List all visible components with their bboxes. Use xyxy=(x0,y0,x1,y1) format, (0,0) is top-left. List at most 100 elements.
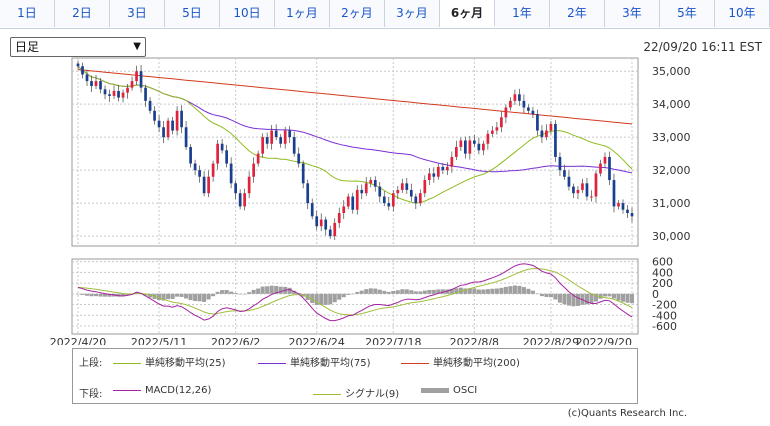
candle-body xyxy=(274,130,278,138)
legend-signal: シグナル(9) xyxy=(313,385,399,400)
candle-body xyxy=(436,166,440,177)
osci-bar xyxy=(233,292,238,294)
osci-bar xyxy=(382,290,387,294)
osci-bar xyxy=(251,289,256,294)
candle-body xyxy=(504,107,508,118)
candle-body xyxy=(418,193,422,204)
osci-bar xyxy=(373,288,378,294)
osci-bar xyxy=(409,290,414,294)
price-plot-area xyxy=(71,57,639,247)
candle-body xyxy=(405,183,409,190)
candle-body xyxy=(184,127,188,148)
candle-body xyxy=(590,196,593,198)
osci-bar xyxy=(269,285,274,294)
candle-body xyxy=(387,203,391,207)
candle-body xyxy=(265,137,269,144)
sma200-swatch xyxy=(401,362,429,364)
osci-bar xyxy=(391,291,396,294)
candle-body xyxy=(189,147,192,164)
candle-body xyxy=(391,193,395,207)
osci-bar xyxy=(220,290,225,294)
osci-bar xyxy=(328,293,333,305)
osci-bar xyxy=(517,285,522,294)
candle-body xyxy=(85,74,89,82)
sma75-swatch xyxy=(258,362,286,364)
candle-body xyxy=(414,196,418,204)
candle-body xyxy=(216,143,219,164)
osci-bar xyxy=(238,293,243,295)
candle-body xyxy=(522,100,526,108)
osci-bar xyxy=(265,286,270,294)
candle-body xyxy=(198,170,201,177)
candle-body xyxy=(351,196,355,210)
candle-body xyxy=(342,206,346,214)
candle-body xyxy=(454,147,458,157)
candle-body xyxy=(369,180,373,184)
osci-bar xyxy=(247,292,252,294)
candle-body xyxy=(261,137,265,154)
candle-body xyxy=(621,203,625,210)
candle-body xyxy=(103,89,107,95)
osci-bar xyxy=(84,293,90,296)
osci-bar xyxy=(521,287,526,294)
osci-bar xyxy=(93,293,99,297)
osci-bar xyxy=(611,293,617,299)
candle-body xyxy=(225,150,228,164)
osci-bar xyxy=(562,293,567,305)
x-tick-label: 2022/9/20 xyxy=(576,336,632,345)
osci-bar xyxy=(211,293,216,297)
candle-body xyxy=(297,153,301,164)
candle-body xyxy=(554,123,557,157)
osci-bar xyxy=(355,291,360,294)
legend-lower-label: 下段: xyxy=(79,389,103,400)
candle-body xyxy=(540,130,544,138)
osci-bar xyxy=(341,293,346,298)
osci-bar xyxy=(202,293,207,302)
candle-body xyxy=(310,203,314,217)
osci-bar xyxy=(431,289,436,294)
osci-bar xyxy=(278,286,283,294)
osci-bar xyxy=(508,286,513,294)
candle-body xyxy=(256,153,260,164)
osci-bar xyxy=(188,293,193,301)
osci-bar xyxy=(413,291,418,294)
osci-bar xyxy=(98,293,103,297)
candle-body xyxy=(594,173,598,197)
osci-bar xyxy=(346,293,351,295)
osci-bar xyxy=(175,293,180,297)
osci-bar xyxy=(166,293,171,300)
candle-body xyxy=(211,163,215,177)
osci-bar xyxy=(256,288,261,294)
osci-bar xyxy=(602,293,608,297)
legend-macd-label: MACD(12,26) xyxy=(145,385,212,396)
signal-swatch xyxy=(313,393,341,395)
osci-bar xyxy=(400,289,405,294)
osci-bar xyxy=(548,293,553,298)
candle-body xyxy=(238,193,242,207)
osci-bar xyxy=(206,293,211,300)
candle-body xyxy=(130,81,134,88)
candle-body xyxy=(558,156,562,171)
legend-sma75-label: 単純移動平均(75) xyxy=(290,358,371,369)
osci-bar xyxy=(625,293,630,303)
legend-sma200: 単純移動平均(200) xyxy=(401,354,520,369)
candle-body xyxy=(513,94,517,101)
price-tick-label: 35,000 xyxy=(652,65,691,78)
candle-body xyxy=(324,219,328,230)
macd-swatch xyxy=(113,389,141,391)
candle-body xyxy=(441,166,445,171)
candle-body xyxy=(243,193,247,207)
candle-body xyxy=(171,120,174,131)
candle-body xyxy=(162,127,165,138)
candle-body xyxy=(378,186,382,197)
candle-body xyxy=(468,140,472,154)
osci-bar xyxy=(481,289,486,294)
osci-bar xyxy=(575,293,580,306)
candle-body xyxy=(518,94,521,101)
candle-body xyxy=(81,66,84,75)
candle-body xyxy=(445,166,449,171)
sma25-swatch xyxy=(113,362,141,364)
osci-bar xyxy=(337,293,342,300)
candle-body xyxy=(382,196,386,204)
osci-bar xyxy=(215,291,220,294)
